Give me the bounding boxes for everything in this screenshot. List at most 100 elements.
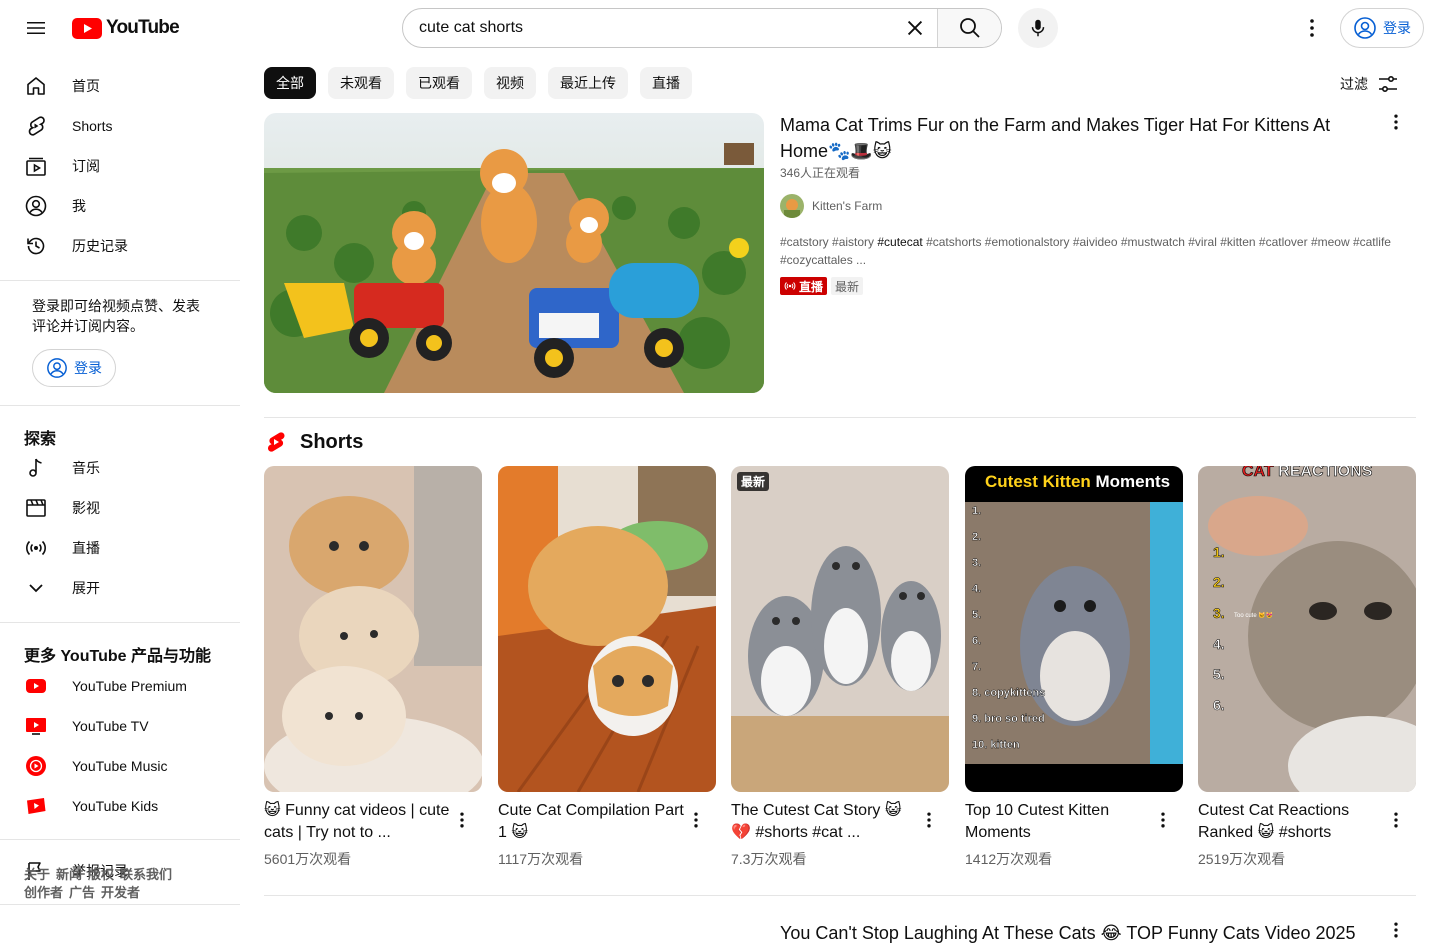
short-action-menu-button[interactable] <box>1151 806 1175 834</box>
more-vert-icon <box>1161 812 1165 828</box>
sidebar-item-history[interactable]: 历史记录 <box>12 226 228 266</box>
chip-videos[interactable]: 视频 <box>484 67 536 99</box>
sidebar-item-music[interactable]: 音乐 <box>12 448 228 488</box>
youtube-logo[interactable]: YouTube <box>72 16 180 40</box>
short-thumbnail[interactable]: CAT REACTIONS 1. 2. 3. 4. 5. 6. Too cute… <box>1198 466 1416 792</box>
footer-link[interactable]: 联系我们 <box>120 867 172 882</box>
featured-video-thumbnail[interactable] <box>264 113 764 393</box>
sidebar-item-youtube-tv[interactable]: YouTube TV <box>12 706 228 746</box>
footer-link[interactable]: 开发者 <box>101 885 140 900</box>
short-title[interactable]: Cutest Cat Reactions Ranked 😺 #shorts <box>1198 800 1384 844</box>
short-thumbnail[interactable] <box>264 466 482 792</box>
sidebar-item-label: YouTube Premium <box>72 678 187 694</box>
youtube-music-icon <box>24 754 48 778</box>
video-badges: 直播 最新 <box>780 277 864 295</box>
sidebar-sign-in-button[interactable]: 登录 <box>32 349 116 387</box>
chip-watched[interactable]: 已观看 <box>406 67 472 99</box>
footer-link[interactable]: 新闻 <box>56 867 82 882</box>
sidebar-item-subscriptions[interactable]: 订阅 <box>12 146 228 186</box>
sidebar-item-you[interactable]: 我 <box>12 186 228 226</box>
footer-link[interactable]: 创作者 <box>24 885 63 900</box>
short-title[interactable]: The Cutest Cat Story 😺💔 #shorts #cat ... <box>731 800 917 844</box>
more-vert-icon <box>460 812 464 828</box>
video-description-snippet: #catstory #aistory #cutecat #catshorts #… <box>780 233 1416 269</box>
sign-in-hint: 登录即可给视频点赞、发表评论并订阅内容。 <box>32 298 200 334</box>
footer-link[interactable]: 关于 <box>24 867 50 882</box>
sidebar-item-youtube-music[interactable]: YouTube Music <box>12 746 228 786</box>
short-action-menu-button[interactable] <box>684 806 708 834</box>
search-button[interactable] <box>937 9 1001 47</box>
sidebar-item-shorts[interactable]: Shorts <box>12 106 228 146</box>
short-title[interactable]: 😺 Funny cat videos | cute cats | Try not… <box>264 800 450 844</box>
short-card[interactable]: 😺 Funny cat videos | cute cats | Try not… <box>264 466 482 867</box>
cat-on-floor-image <box>498 466 716 792</box>
sidebar-item-label: 展开 <box>72 580 100 596</box>
live-badge-label: 直播 <box>799 279 824 294</box>
chip-all[interactable]: 全部 <box>264 67 316 99</box>
footer-links: 关于 新闻 版权 联系我们 创作者 广告 开发者 <box>24 866 224 902</box>
chip-live[interactable]: 直播 <box>640 67 692 99</box>
short-view-count: 1117万次观看 <box>498 851 584 867</box>
clear-search-button[interactable] <box>893 9 937 47</box>
sidebar: 首页 Shorts 订阅 我 历史记录 登录即可给视频点赞、发表评论并订阅内容。… <box>0 56 240 950</box>
guide-menu-button[interactable] <box>16 8 56 48</box>
sidebar-divider <box>0 622 240 623</box>
featured-video-title[interactable]: Mama Cat Trims Fur on the Farm and Makes… <box>780 112 1360 164</box>
thumbnail-caption: Too cute 🐱😻 <box>1234 611 1274 619</box>
more-vert-icon <box>1394 114 1398 130</box>
home-icon <box>24 74 48 98</box>
sidebar-item-youtube-kids[interactable]: YouTube Kids <box>12 786 228 826</box>
description-highlight: #cutecat <box>877 235 923 249</box>
chip-recently-uploaded[interactable]: 最近上传 <box>548 67 628 99</box>
short-title[interactable]: Top 10 Cutest Kitten Moments <box>965 800 1151 844</box>
next-video-title[interactable]: You Can't Stop Laughing At These Cats 😂 … <box>780 920 1380 946</box>
search-box <box>402 8 1002 48</box>
youtube-kids-icon <box>24 794 48 818</box>
thumbnail-rank-text: 6. <box>1213 697 1225 713</box>
channel-info[interactable]: Kitten's Farm <box>780 194 882 218</box>
video-action-menu-button[interactable] <box>1382 108 1410 136</box>
footer-link[interactable]: 版权 <box>88 867 114 882</box>
channel-name[interactable]: Kitten's Farm <box>812 199 882 213</box>
short-card[interactable]: Cutest Kitten Moments 1. 2. 3. 4. 5. 6. … <box>965 466 1183 867</box>
top-bar: YouTube 登录 <box>0 0 1440 56</box>
settings-more-button[interactable] <box>1292 8 1332 48</box>
video-action-menu-button[interactable] <box>1382 916 1410 944</box>
more-products-title: 更多 YouTube 产品与功能 <box>24 648 211 665</box>
short-card[interactable]: CAT REACTIONS 1. 2. 3. 4. 5. 6. Too cute… <box>1198 466 1416 867</box>
voice-search-button[interactable] <box>1018 8 1058 48</box>
chip-unwatched[interactable]: 未观看 <box>328 67 394 99</box>
sign-in-button[interactable]: 登录 <box>1340 8 1424 48</box>
description-text: #catstory #aistory <box>780 235 878 249</box>
more-vert-icon <box>1310 19 1314 37</box>
short-action-menu-button[interactable] <box>450 806 474 834</box>
search-filters-button[interactable]: 过滤 <box>1340 67 1420 101</box>
sidebar-item-movies[interactable]: 影视 <box>12 488 228 528</box>
youtube-premium-icon <box>24 674 48 698</box>
sidebar-divider <box>0 280 240 281</box>
short-card[interactable]: 最新 The Cutest Cat Story 😺💔 #shorts #cat … <box>731 466 949 867</box>
short-action-menu-button[interactable] <box>1384 806 1408 834</box>
short-thumbnail[interactable]: Cutest Kitten Moments 1. 2. 3. 4. 5. 6. … <box>965 466 1183 792</box>
sidebar-item-label: YouTube Kids <box>72 798 159 814</box>
sidebar-item-live[interactable]: 直播 <box>12 528 228 568</box>
sidebar-item-label: Shorts <box>72 118 113 134</box>
more-vert-icon <box>694 812 698 828</box>
short-action-menu-button[interactable] <box>917 806 941 834</box>
sidebar-item-expand[interactable]: 展开 <box>12 568 228 608</box>
short-card[interactable]: Cute Cat Compilation Part 1 😺 1117万次观看 <box>498 466 716 867</box>
thumbnail-heading: Cutest Kitten Moments <box>985 472 1170 491</box>
footer-link[interactable]: 广告 <box>69 885 95 900</box>
history-icon <box>24 234 48 258</box>
short-thumbnail[interactable]: 最新 <box>731 466 949 792</box>
short-thumbnail[interactable] <box>498 466 716 792</box>
channel-avatar[interactable] <box>780 194 804 218</box>
sign-in-label: 登录 <box>74 360 102 376</box>
watching-count: 346人正在观看 <box>780 166 861 180</box>
sidebar-item-home[interactable]: 首页 <box>12 66 228 106</box>
short-title[interactable]: Cute Cat Compilation Part 1 😺 <box>498 800 684 844</box>
sidebar-item-youtube-premium[interactable]: YouTube Premium <box>12 666 228 706</box>
search-input[interactable] <box>403 9 893 47</box>
thumbnail-rank-text: 1. <box>972 505 981 517</box>
sidebar-divider <box>0 904 240 905</box>
